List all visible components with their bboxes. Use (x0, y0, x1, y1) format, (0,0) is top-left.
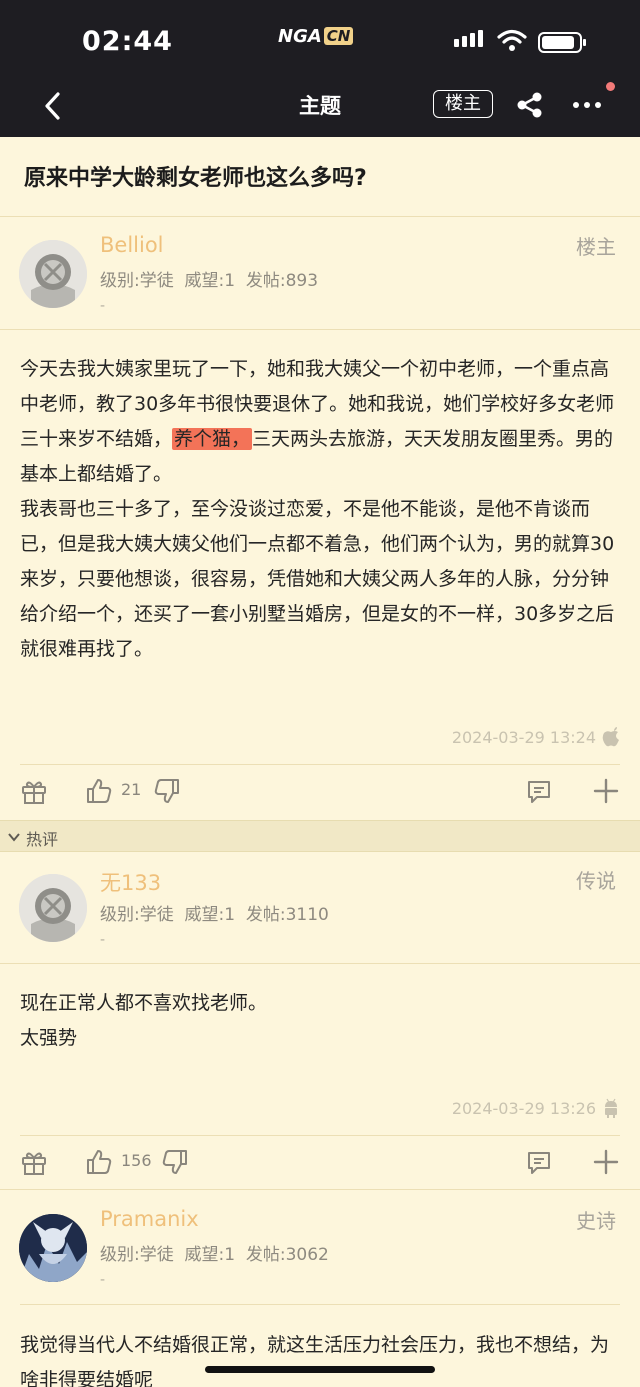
default-avatar-icon (19, 874, 87, 942)
rank-badge: 史诗 (576, 1209, 616, 1233)
post-paragraph: 现在正常人都不喜欢找老师。 (20, 992, 268, 1014)
battery-icon (538, 32, 586, 53)
user-stats: 级别:学徒 威望:1 发帖:893 (100, 271, 319, 291)
divider (20, 1304, 620, 1305)
user-signature: - (100, 1272, 106, 1288)
user-signature: - (100, 932, 106, 948)
default-avatar-icon (19, 240, 87, 308)
avatar[interactable] (19, 1214, 87, 1282)
nga-logo: NGA CN (278, 24, 354, 48)
more-icon[interactable] (572, 92, 602, 118)
post-author[interactable]: 无133 级别:学徒 威望:1 发帖:3110 - 传说 (0, 852, 640, 964)
post-actions: 156 (0, 1135, 640, 1189)
post-timestamp: 2024-03-29 13:24 (452, 727, 620, 747)
post-author[interactable]: Pramanix 级别:学徒 威望:1 发帖:3062 - 史诗 (0, 1192, 640, 1304)
post-content: 我觉得当代人不结婚很正常，就这生活压力社会压力，我也不想结，为啥非得要结婚呢 (20, 1328, 620, 1387)
status-time: 02:44 (82, 26, 173, 57)
wifi-icon (497, 29, 527, 51)
logo-main: NGA (278, 25, 322, 47)
rank-badge: 传说 (576, 869, 616, 893)
post-actions: 21 (0, 764, 640, 818)
floor-badge: 楼主 (576, 235, 616, 259)
dislike-icon[interactable] (153, 777, 181, 805)
highlighted-text: 养个猫， (172, 428, 253, 450)
topic-title: 原来中学大龄剩女老师也这么多吗? (24, 166, 367, 191)
like-count: 21 (121, 780, 142, 799)
post-paragraph: 我表哥也三十多了，至今没谈过恋爱，不是他不能谈，是他不肯谈而已，但是我大姨大姨父… (20, 498, 615, 660)
signal-icon (454, 30, 483, 47)
username[interactable]: Pramanix (100, 1207, 199, 1231)
chevron-down-icon (8, 833, 20, 842)
share-icon[interactable] (515, 90, 545, 120)
avatar[interactable] (19, 874, 87, 942)
dislike-icon[interactable] (161, 1148, 189, 1176)
plus-icon[interactable] (592, 1148, 620, 1176)
nav-bar: 主题 楼主 (0, 78, 640, 137)
post-paragraph: 今天去我大姨家里玩了一下，她和我大姨父一个初中老师，一个重点高中老师，教了30多… (20, 358, 615, 485)
username[interactable]: 无133 (100, 867, 161, 897)
topic-header: 原来中学大龄剩女老师也这么多吗? (0, 137, 640, 217)
user-stats: 级别:学徒 威望:1 发帖:3110 (100, 905, 329, 925)
status-bar: 02:44 NGA CN (0, 0, 640, 78)
user-signature: - (100, 298, 106, 314)
post-content: 今天去我大姨家里玩了一下，她和我大姨父一个初中老师，一个重点高中老师，教了30多… (20, 352, 620, 667)
like-count: 156 (121, 1151, 152, 1170)
android-icon (605, 1098, 617, 1118)
home-indicator[interactable] (205, 1366, 435, 1373)
post-paragraph: 太强势 (20, 1027, 78, 1049)
logo-sub: CN (323, 27, 354, 45)
hot-comments-header[interactable]: 热评 (0, 820, 640, 852)
plus-icon[interactable] (592, 777, 620, 805)
user-stats: 级别:学徒 威望:1 发帖:3062 (100, 1245, 329, 1265)
username[interactable]: Belliol (100, 233, 164, 257)
gift-icon[interactable] (20, 1148, 48, 1176)
notification-dot (606, 82, 615, 91)
divider (0, 1189, 640, 1190)
like-icon[interactable] (85, 777, 113, 805)
comment-icon[interactable] (525, 1148, 553, 1176)
avatar[interactable] (19, 240, 87, 308)
like-icon[interactable] (85, 1148, 113, 1176)
apple-icon (602, 727, 619, 747)
only-op-button[interactable]: 楼主 (433, 90, 493, 118)
gift-icon[interactable] (20, 777, 48, 805)
comment-icon[interactable] (525, 777, 553, 805)
post-content: 现在正常人都不喜欢找老师。 太强势 (20, 986, 620, 1056)
post-timestamp: 2024-03-29 13:26 (452, 1098, 620, 1118)
user-avatar-image (19, 1214, 87, 1282)
hot-comments-label: 热评 (26, 830, 59, 849)
post-paragraph: 我觉得当代人不结婚很正常，就这生活压力社会压力，我也不想结，为啥非得要结婚呢 (20, 1334, 610, 1387)
post-author[interactable]: Belliol 级别:学徒 威望:1 发帖:893 - 楼主 (0, 218, 640, 330)
